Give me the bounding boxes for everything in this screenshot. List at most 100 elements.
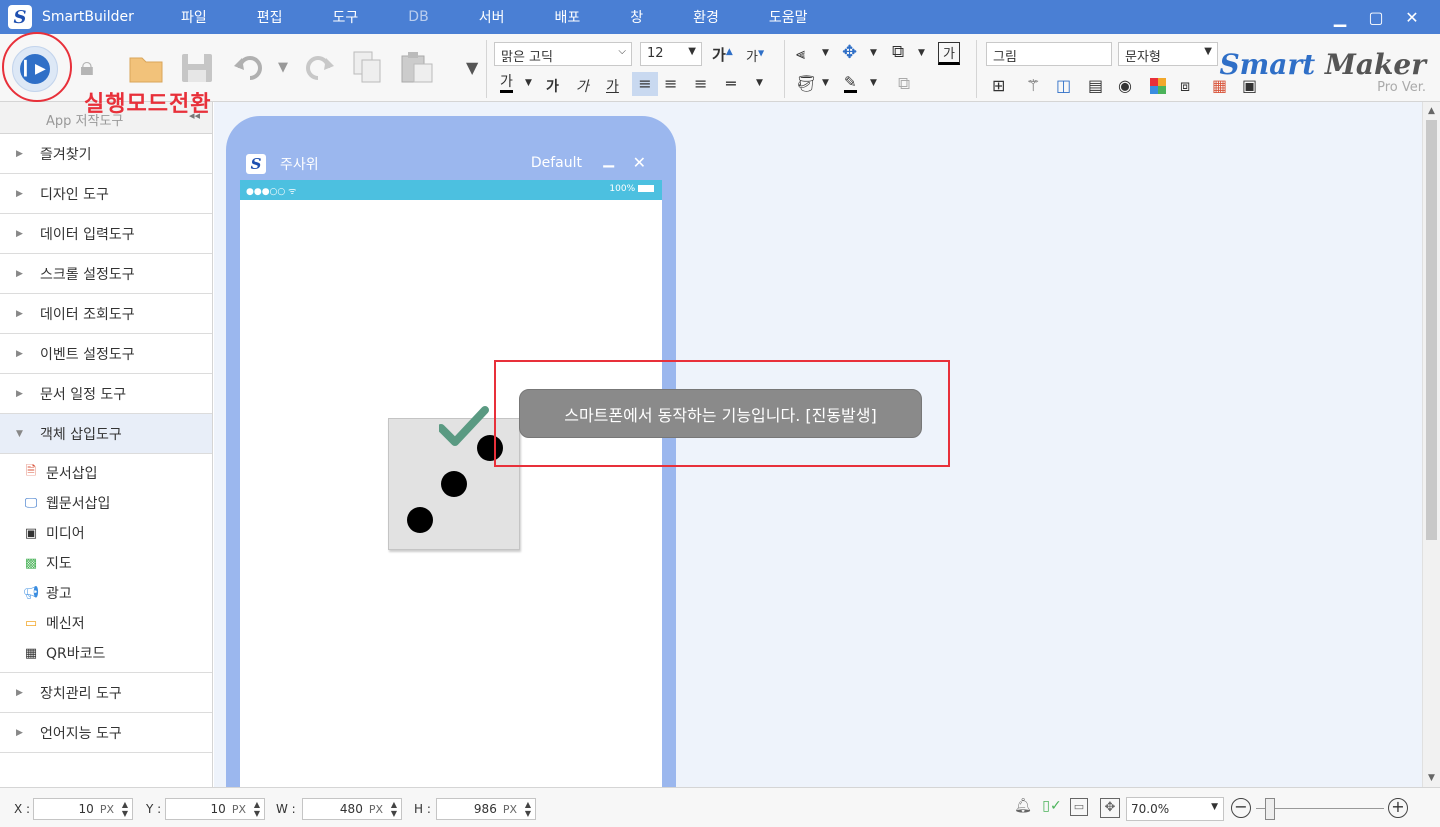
scroll-down-icon[interactable]: ▼ bbox=[1428, 773, 1435, 783]
menu-help[interactable]: 도움말 bbox=[749, 7, 828, 27]
category-document-schedule-tools[interactable]: ▶ 문서 일정 도구 bbox=[0, 374, 212, 414]
sub-item-ad[interactable]: 📢︎ 광고 bbox=[0, 578, 212, 608]
device-check-icon[interactable]: ▯✓ bbox=[1042, 798, 1062, 818]
bold-button[interactable]: 가 bbox=[546, 76, 559, 96]
category-design-tools[interactable]: ▶ 디자인 도구 bbox=[0, 174, 212, 214]
minimize-icon[interactable]: ▁ bbox=[603, 152, 614, 168]
spinner-icon[interactable]: ▲ ▼ bbox=[122, 800, 128, 818]
magic-wand-icon[interactable]: ⚚ bbox=[1026, 76, 1040, 95]
zoom-slider-thumb[interactable] bbox=[1265, 798, 1275, 820]
align-objects-icon[interactable]: ⫷ bbox=[796, 44, 805, 64]
zoom-slider-track[interactable] bbox=[1256, 808, 1384, 809]
layout-icon[interactable]: ⊞ bbox=[992, 76, 1005, 95]
arrange-dropdown-icon[interactable]: ▼ bbox=[918, 48, 925, 58]
menu-window[interactable]: 창 bbox=[610, 7, 663, 27]
close-icon[interactable]: ✕ bbox=[1394, 8, 1430, 27]
move-dropdown-icon[interactable]: ▼ bbox=[870, 48, 877, 58]
menu-edit[interactable]: 편집 bbox=[237, 7, 303, 27]
line-color-icon[interactable]: ✎ bbox=[844, 74, 857, 93]
italic-button[interactable]: 가 bbox=[576, 76, 589, 96]
arrange-icon[interactable]: ⧉ bbox=[892, 42, 904, 62]
sub-item-messenger[interactable]: ▭ 메신저 bbox=[0, 608, 212, 638]
fit-screen-icon[interactable]: ✥ bbox=[1100, 798, 1120, 818]
font-color-dropdown-icon[interactable]: ▼ bbox=[525, 78, 532, 88]
spinner-icon[interactable]: ▲ ▼ bbox=[254, 800, 260, 818]
category-data-query-tools[interactable]: ▶ 데이터 조회도구 bbox=[0, 294, 212, 334]
design-canvas[interactable]: S 주사위 Default ▁ ✕ ●●●○○ ᯤ 100% 스마트폰에서 동작… bbox=[214, 102, 1422, 787]
split-view-icon[interactable]: ◫ bbox=[1056, 76, 1071, 95]
object-type-select[interactable]: 문자형 ▼ bbox=[1118, 42, 1218, 66]
font-grow-icon[interactable]: 가▲ bbox=[712, 44, 733, 65]
vertical-scrollbar[interactable]: ▲ ▼ bbox=[1422, 102, 1440, 787]
sub-item-document-insert[interactable]: 🗎︎ 문서삽입 bbox=[0, 458, 212, 488]
category-data-input-tools[interactable]: ▶ 데이터 입력도구 bbox=[0, 214, 212, 254]
fill-color-icon[interactable]: 🪣︎ bbox=[796, 74, 816, 93]
zoom-out-icon[interactable]: − bbox=[1231, 798, 1251, 818]
font-shrink-icon[interactable]: 가▼ bbox=[746, 46, 764, 65]
undo-icon[interactable] bbox=[234, 54, 268, 82]
folder-icon[interactable] bbox=[128, 52, 164, 84]
sub-item-map[interactable]: ▩ 지도 bbox=[0, 548, 212, 578]
sub-item-qr-barcode[interactable]: ▦ QR바코드 bbox=[0, 638, 212, 668]
h-label: H : bbox=[414, 802, 431, 816]
y-input[interactable]: 10 PX ▲ ▼ bbox=[165, 798, 265, 820]
component-icon[interactable]: ⧈ bbox=[1180, 76, 1190, 96]
category-event-tools[interactable]: ▶ 이벤트 설정도구 bbox=[0, 334, 212, 374]
menu-server[interactable]: 서버 bbox=[459, 7, 525, 27]
underline-button[interactable]: 가 bbox=[606, 76, 619, 96]
spinner-icon[interactable]: ▲ ▼ bbox=[525, 800, 531, 818]
move-icon[interactable]: ✥ bbox=[842, 42, 857, 63]
category-scroll-tools[interactable]: ▶ 스크롤 설정도구 bbox=[0, 254, 212, 294]
fill-color-dropdown-icon[interactable]: ▼ bbox=[822, 78, 829, 88]
color-palette-icon[interactable] bbox=[1150, 78, 1166, 94]
screen-icon[interactable]: ▭ bbox=[1070, 798, 1088, 816]
group-icon[interactable]: ⧉ bbox=[898, 74, 910, 94]
line-style-icon[interactable]: ═ bbox=[726, 74, 736, 93]
zoom-in-icon[interactable]: + bbox=[1388, 798, 1408, 818]
line-color-dropdown-icon[interactable]: ▼ bbox=[870, 78, 877, 88]
category-device-tools[interactable]: ▶ 장치관리 도구 bbox=[0, 673, 212, 713]
redo-icon[interactable] bbox=[300, 54, 334, 82]
menu-environment[interactable]: 환경 bbox=[673, 7, 739, 27]
copy-icon[interactable] bbox=[352, 50, 384, 84]
table-icon[interactable]: ▤ bbox=[1088, 76, 1103, 95]
menu-deploy[interactable]: 배포 bbox=[534, 7, 600, 27]
menu-tools[interactable]: 도구 bbox=[313, 7, 379, 27]
text-background-button[interactable]: 가 bbox=[938, 42, 960, 65]
spinner-icon[interactable]: ▲ ▼ bbox=[391, 800, 397, 818]
category-object-insert-tools[interactable]: ▼ 객체 삽입도구 bbox=[0, 414, 212, 454]
media-icon: ▣ bbox=[24, 525, 38, 541]
sub-item-media[interactable]: ▣ 미디어 bbox=[0, 518, 212, 548]
sub-item-web-document-insert[interactable]: 🖵︎ 웹문서삽입 bbox=[0, 488, 212, 518]
zoom-select[interactable]: 70.0% ▼ bbox=[1126, 797, 1224, 821]
lock-icon[interactable]: 🔒︎ bbox=[80, 52, 94, 82]
paste-icon[interactable] bbox=[400, 50, 436, 84]
category-favorites[interactable]: ▶ 즐겨찾기 bbox=[0, 134, 212, 174]
more-dropdown-icon[interactable]: ▼ bbox=[466, 58, 478, 77]
object-name-input[interactable]: 그림 bbox=[986, 42, 1112, 66]
font-size-value: 12 bbox=[647, 46, 664, 61]
width-input[interactable]: 480 PX ▲ ▼ bbox=[302, 798, 402, 820]
menu-db[interactable]: DB bbox=[388, 9, 448, 25]
category-language-ai-tools[interactable]: ▶ 언어지능 도구 bbox=[0, 713, 212, 753]
font-name-select[interactable]: 맑은 고딕 ⌵ bbox=[494, 42, 632, 66]
scroll-thumb[interactable] bbox=[1426, 120, 1437, 540]
bell-icon[interactable]: 🔔︎ bbox=[1013, 798, 1033, 818]
align-right-icon[interactable]: ≡ bbox=[694, 72, 707, 96]
height-input[interactable]: 986 PX ▲ ▼ bbox=[436, 798, 536, 820]
scroll-up-icon[interactable]: ▲ bbox=[1428, 106, 1435, 116]
undo-dropdown-icon[interactable]: ▼ bbox=[278, 60, 288, 75]
line-style-dropdown-icon[interactable]: ▼ bbox=[756, 78, 763, 88]
font-size-select[interactable]: 12 ▼ bbox=[640, 42, 702, 66]
align-center-icon[interactable]: ≡ bbox=[664, 72, 677, 96]
font-color-button[interactable]: 가 bbox=[500, 74, 513, 93]
save-icon[interactable] bbox=[180, 52, 214, 84]
preview-eye-icon[interactable]: ◉ bbox=[1118, 76, 1132, 95]
align-left-icon[interactable]: ≡ bbox=[632, 72, 658, 96]
minimize-icon[interactable]: ▁ bbox=[1322, 8, 1358, 27]
x-input[interactable]: 10 PX ▲ ▼ bbox=[33, 798, 133, 820]
align-objects-dropdown-icon[interactable]: ▼ bbox=[822, 48, 829, 58]
menu-file[interactable]: 파일 bbox=[161, 7, 227, 27]
maximize-icon[interactable]: ▢ bbox=[1358, 8, 1394, 27]
close-icon[interactable]: ✕ bbox=[633, 153, 646, 172]
